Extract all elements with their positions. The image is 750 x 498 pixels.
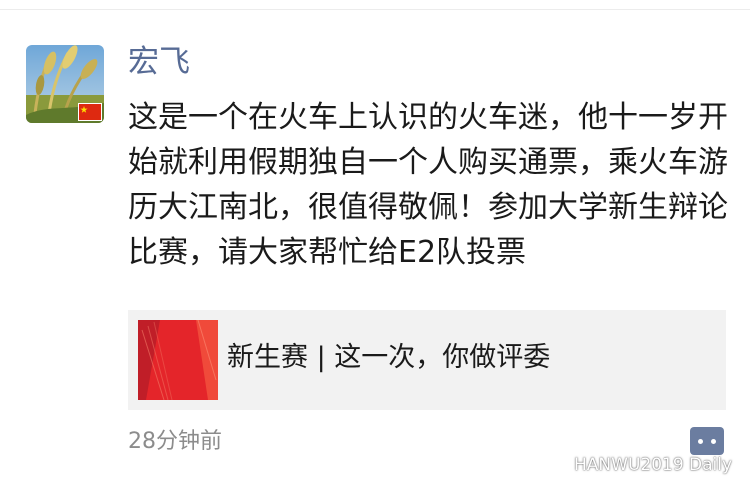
link-thumbnail [138,320,218,400]
link-card-title: 新生赛 | 这一次，你做评委 [227,342,551,373]
top-divider [0,9,750,10]
comment-more-icon[interactable] [690,427,724,455]
wechat-icon [536,453,566,477]
post-time: 28分钟前 [128,429,222,454]
link-card[interactable]: 新生赛 | 这一次，你做评委 [128,310,726,410]
post-content: 这是一个在火车上认识的火车迷，他十一岁开始就利用假期独自一个人购买通票，乘火车游… [128,100,728,270]
author-name[interactable]: 宏飞 [128,40,190,84]
china-flag-icon [78,103,102,121]
watermark: HANWU2019 Daily [536,452,732,478]
watermark-text: HANWU2019 Daily [574,455,733,475]
avatar[interactable] [26,45,104,123]
